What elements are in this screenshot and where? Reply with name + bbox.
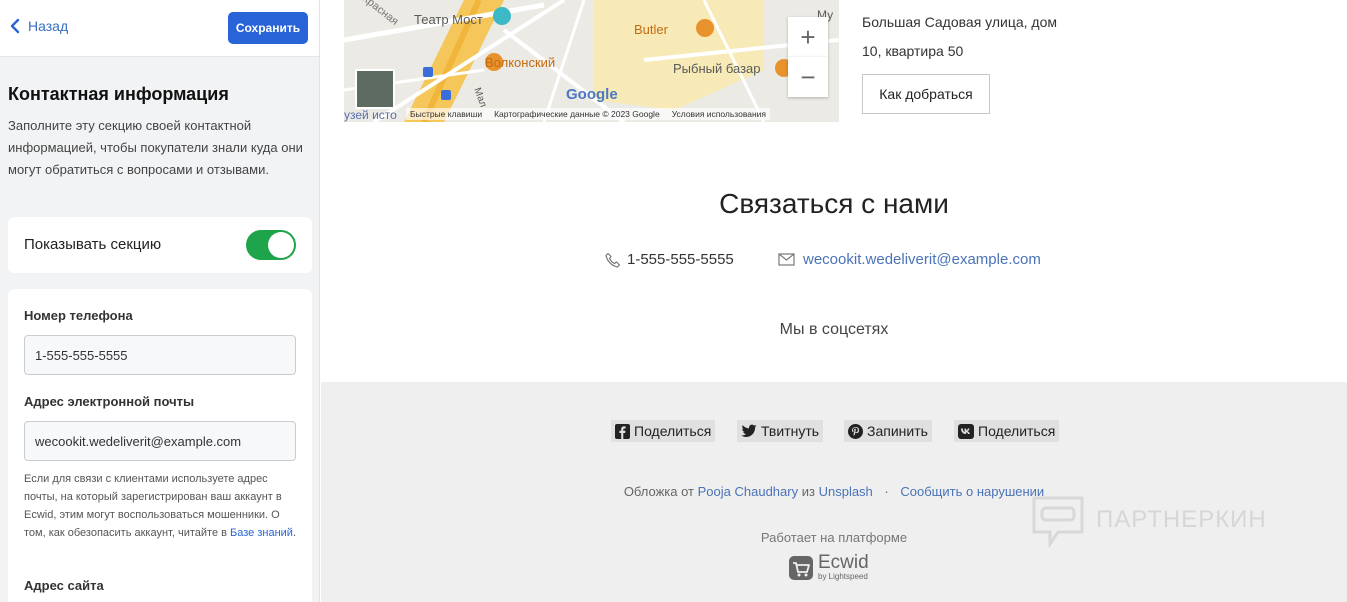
ecwid-logo[interactable]: Ecwid by Lightspeed <box>788 552 869 582</box>
knowledge-base-link[interactable]: Базе знаний <box>230 527 293 539</box>
credits-prefix: Обложка от <box>623 484 695 499</box>
contact-phone[interactable]: 1-555-555-5555 <box>605 251 734 268</box>
share-vk-label: Поделиться <box>978 423 1056 439</box>
credits-author-link[interactable]: Pooja Chaudhary <box>698 484 798 499</box>
facebook-icon <box>615 423 630 439</box>
google-logo: Google <box>566 86 618 103</box>
watermark: ПАРТНЕРКИН <box>1030 492 1267 548</box>
contact-email-text: wecookit.wedeliverit@example.com <box>803 251 1041 268</box>
address-line-1: Большая Садовая улица, дом <box>862 14 1058 30</box>
contact-email[interactable]: wecookit.wedeliverit@example.com <box>778 251 1041 268</box>
shopping-cart-icon <box>789 556 813 580</box>
map-label-muzei: узей исто <box>344 108 397 122</box>
map-shortcuts-link[interactable]: Быстрые клавиши <box>410 109 482 119</box>
share-facebook-label: Поделиться <box>634 423 712 439</box>
show-section-label: Показывать секцию <box>24 236 162 253</box>
report-abuse-link[interactable]: Сообщить о нарушении <box>900 484 1044 499</box>
email-hint: Если для связи с клиентами используете а… <box>24 470 304 542</box>
site-label: Адрес сайта <box>24 578 104 593</box>
show-section-toggle[interactable] <box>246 230 296 260</box>
email-input[interactable] <box>24 421 296 461</box>
map-data-credit: Картографические данные © 2023 Google <box>494 109 660 119</box>
phone-label: Номер телефона <box>24 308 133 323</box>
phone-input[interactable] <box>24 335 296 375</box>
social-heading: Мы в соцсетях <box>779 321 889 338</box>
phone-icon <box>605 252 621 268</box>
map-footer: Быстрые клавиши Картографические данные … <box>406 108 771 120</box>
zoom-in-button[interactable]: + <box>788 17 828 57</box>
map-label-volkonsky: Волконский <box>485 55 556 70</box>
twitter-icon <box>741 424 757 437</box>
contact-phone-text: 1-555-555-5555 <box>627 251 734 268</box>
share-pinterest-label: Запинить <box>867 423 928 439</box>
pinterest-icon <box>848 423 863 439</box>
mail-icon <box>778 253 795 266</box>
back-button[interactable]: Назад <box>10 18 68 34</box>
credits-mid: из <box>801 484 815 499</box>
editor-topbar: Назад Сохранить <box>0 0 319 57</box>
toggle-knob <box>268 232 294 258</box>
contact-title: Связаться с нами <box>719 188 949 219</box>
section-title: Контактная информация <box>8 84 229 104</box>
map-label-rybny: Рыбный базар <box>673 61 761 76</box>
watermark-chat-icon <box>1032 496 1084 548</box>
back-label: Назад <box>28 18 69 34</box>
editor-panel: Назад Сохранить Контактная информация За… <box>0 0 320 602</box>
share-facebook-button[interactable]: Поделиться <box>611 420 716 442</box>
show-section-card: Показывать секцию <box>8 217 312 273</box>
share-pinterest-button[interactable]: Запинить <box>844 420 932 442</box>
zoom-out-button[interactable]: − <box>788 57 828 97</box>
map-label-butler: Butler <box>634 22 668 37</box>
ecwid-name: Ecwid <box>818 552 869 573</box>
contact-form-card: Номер телефона Адрес электронной почты Е… <box>8 289 312 602</box>
google-map[interactable]: Красная Театр Мост Волконский Butler Рыб… <box>344 0 839 122</box>
watermark-text: ПАРТНЕРКИН <box>1096 506 1267 533</box>
directions-button[interactable]: Как добраться <box>862 74 990 114</box>
ecwid-sub: by Lightspeed <box>818 572 868 581</box>
credits-separator: · <box>884 484 889 499</box>
save-button[interactable]: Сохранить <box>228 12 308 44</box>
map-terms-link[interactable]: Условия использования <box>672 109 766 119</box>
section-description: Заполните эту секцию своей контактной ин… <box>8 118 303 177</box>
share-twitter-button[interactable]: Твитнуть <box>737 420 824 442</box>
map-label-teatr: Театр Мост <box>414 12 483 27</box>
email-label: Адрес электронной почты <box>24 394 195 409</box>
share-vk-button[interactable]: Поделиться <box>954 420 1060 442</box>
address-line-2: 10, квартира 50 <box>862 43 964 59</box>
vk-icon <box>958 423 974 439</box>
hint-end: . <box>292 527 296 539</box>
credits-source-link[interactable]: Unsplash <box>819 484 873 499</box>
chevron-left-icon <box>10 18 20 34</box>
share-twitter-label: Твитнуть <box>761 423 820 439</box>
